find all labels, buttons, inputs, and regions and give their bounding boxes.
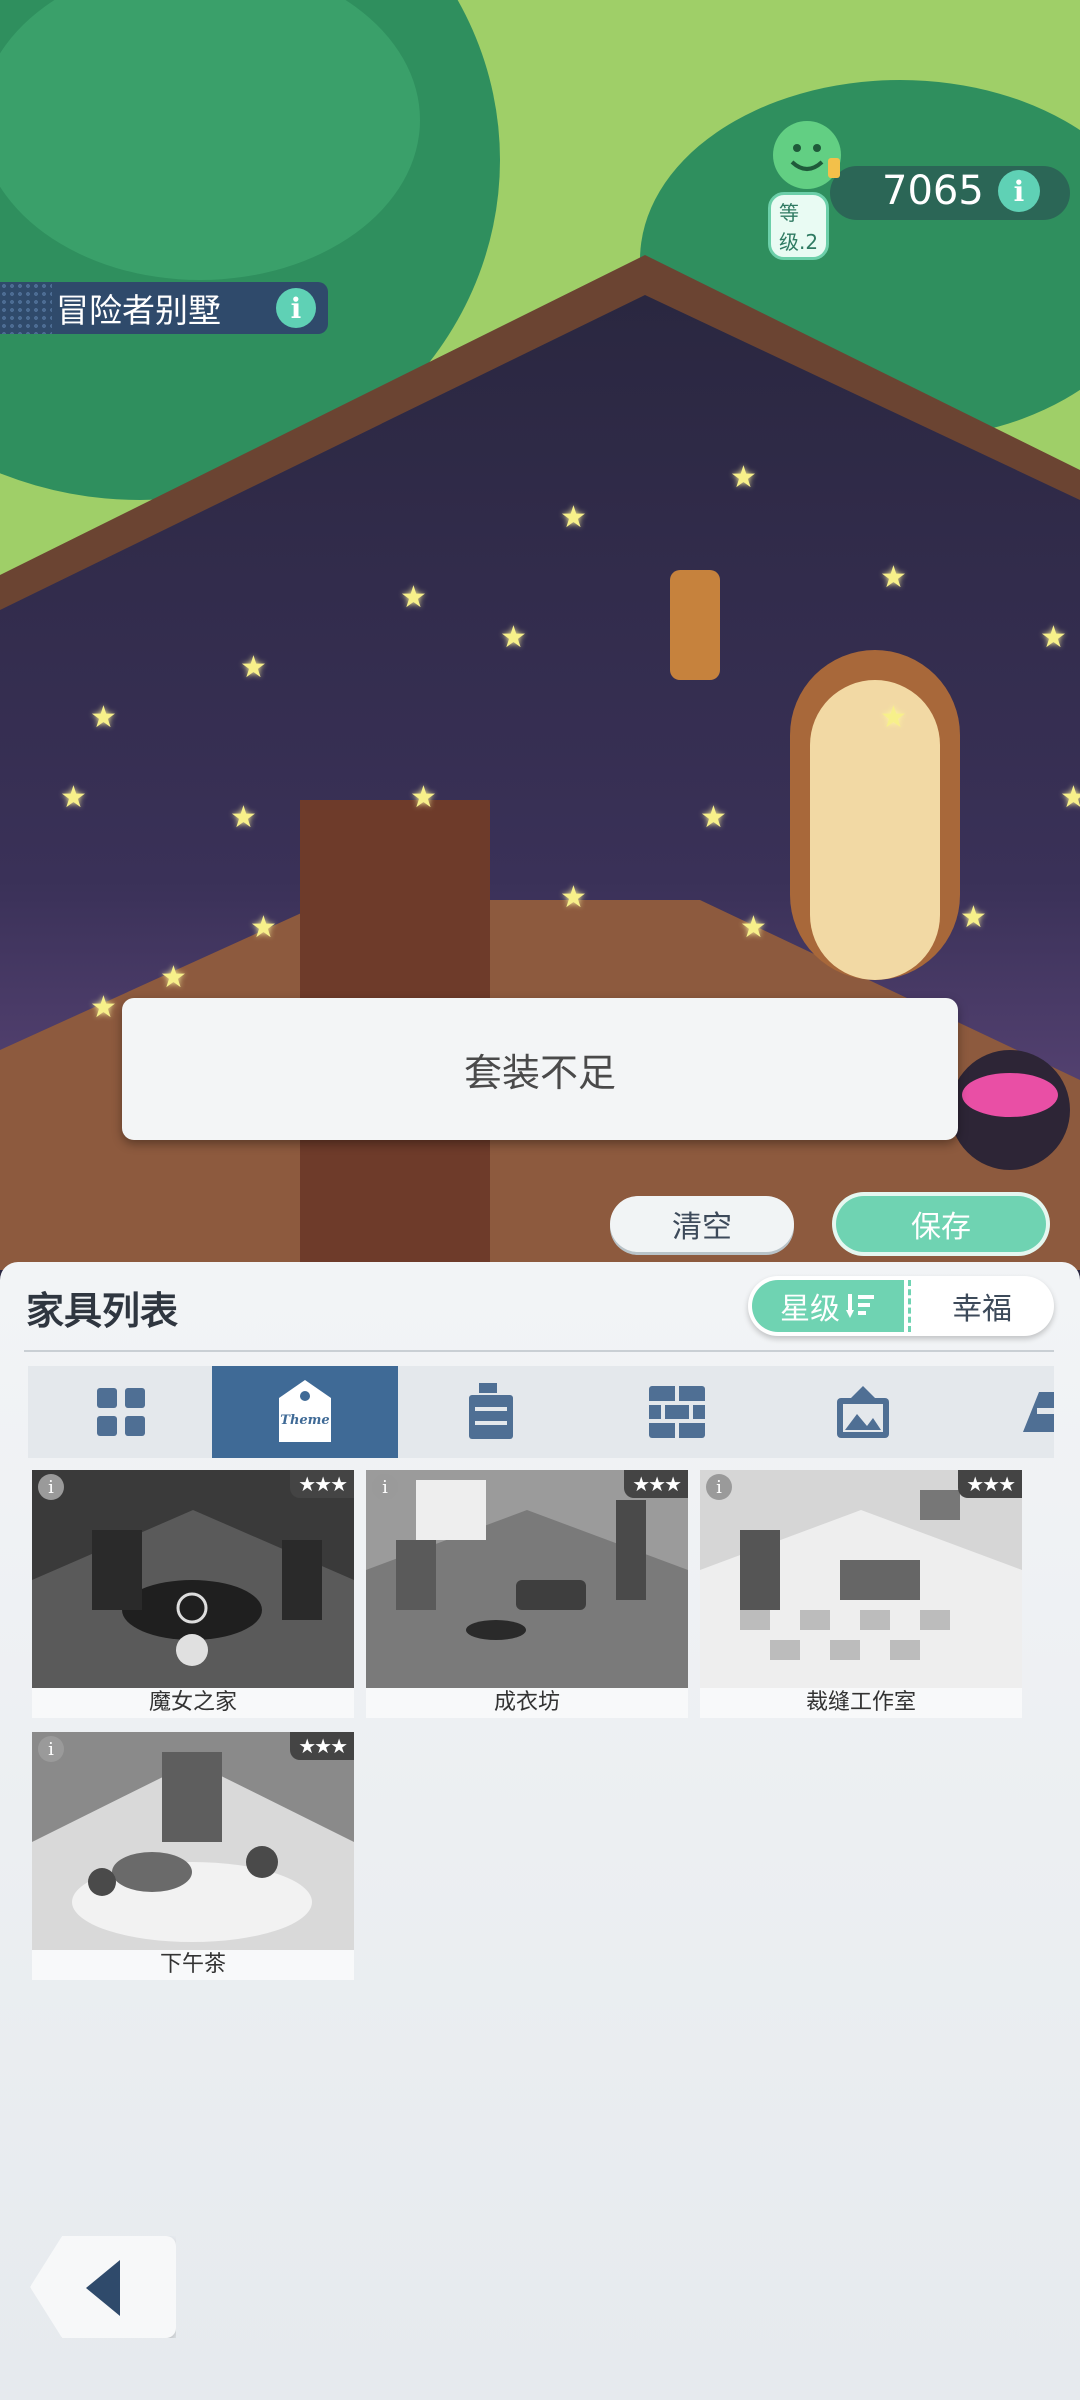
- house-name: 冒险者别墅: [56, 291, 221, 330]
- sort-by-happiness-button[interactable]: 幸福: [908, 1280, 1053, 1332]
- smiley-thumbs-up-icon: [773, 121, 841, 189]
- tab-theme[interactable]: Theme: [212, 1366, 398, 1458]
- star-decoration: ★: [90, 700, 117, 735]
- house-info-icon[interactable]: i: [276, 288, 316, 328]
- star-decoration: ★: [880, 700, 907, 735]
- star-decoration: ★: [1040, 620, 1067, 655]
- rarity-stars: ★★★: [624, 1470, 688, 1498]
- panel-divider: [24, 1350, 1054, 1352]
- star-decoration: ★: [230, 800, 257, 835]
- set-label: 成衣坊: [493, 1690, 560, 1715]
- theme-tag-icon: Theme: [279, 1380, 331, 1442]
- tab-furniture[interactable]: [398, 1366, 584, 1458]
- star-decoration: ★: [1060, 780, 1080, 815]
- witch-house-thumbnail: [32, 1470, 354, 1688]
- star-decoration: ★: [730, 460, 757, 495]
- wall-icon: [649, 1386, 705, 1438]
- sort-star-label: 星级: [780, 1292, 840, 1327]
- set-thumbnail: [32, 1732, 354, 1950]
- tailor-studio-thumbnail: [700, 1470, 1022, 1688]
- afternoon-tea-thumbnail: [32, 1732, 354, 1950]
- tab-floor[interactable]: [956, 1366, 1054, 1458]
- level-label: 等级.2: [768, 192, 830, 260]
- set-thumbnail: [700, 1470, 1022, 1688]
- cabinet-icon: [469, 1383, 513, 1439]
- star-decoration: ★: [90, 990, 117, 1025]
- set-card[interactable]: i ★★★ 成衣坊: [366, 1470, 688, 1718]
- clear-button[interactable]: 清空: [610, 1196, 794, 1252]
- star-decoration: ★: [410, 780, 437, 815]
- floor-icon: [1023, 1392, 1054, 1432]
- star-decoration: ★: [560, 880, 587, 915]
- star-decoration: ★: [500, 620, 527, 655]
- set-label: 下午茶: [159, 1952, 226, 1977]
- sort-by-star-button[interactable]: 星级: [752, 1280, 904, 1332]
- toast-message: 套装不足: [122, 998, 958, 1140]
- score-info-icon[interactable]: i: [998, 170, 1040, 212]
- set-thumbnail: [366, 1470, 688, 1688]
- sort-descending-icon: [846, 1294, 874, 1318]
- star-decoration: ★: [740, 910, 767, 945]
- set-label: 魔女之家: [148, 1690, 237, 1715]
- category-tabs: Theme: [28, 1366, 1054, 1458]
- back-arrow-icon: [86, 2260, 120, 2316]
- star-decoration: ★: [560, 500, 587, 535]
- badge-pattern: [0, 282, 52, 334]
- set-card[interactable]: i ★★★ 裁缝工作室: [700, 1470, 1022, 1718]
- set-info-icon[interactable]: i: [372, 1474, 398, 1500]
- star-decoration: ★: [60, 780, 87, 815]
- sort-toggle: 星级 幸福: [748, 1276, 1054, 1336]
- save-button[interactable]: 保存: [836, 1196, 1046, 1252]
- set-label: 裁缝工作室: [805, 1690, 916, 1715]
- house-name-badge: 冒险者别墅 i: [0, 282, 328, 334]
- rarity-stars: ★★★: [290, 1732, 354, 1760]
- score-value: 7065: [882, 168, 984, 214]
- tab-decor[interactable]: [770, 1366, 956, 1458]
- set-card[interactable]: i ★★★ 下午茶: [32, 1732, 354, 1980]
- rarity-stars: ★★★: [958, 1470, 1022, 1498]
- furniture-panel: 家具列表 星级 幸福 Theme i ★★★ 魔女之家 i ★★★ 成衣坊 i …: [0, 1262, 1080, 2400]
- theme-tag-text: Theme: [280, 1413, 329, 1428]
- picture-icon: [837, 1386, 889, 1438]
- star-decoration: ★: [160, 960, 187, 995]
- grid-icon: [97, 1388, 145, 1436]
- star-decoration: ★: [700, 800, 727, 835]
- panel-title: 家具列表: [26, 1289, 179, 1333]
- rarity-stars: ★★★: [290, 1470, 354, 1498]
- tab-wall[interactable]: [584, 1366, 770, 1458]
- star-decoration: ★: [250, 910, 277, 945]
- set-info-icon[interactable]: i: [38, 1474, 64, 1500]
- set-info-icon[interactable]: i: [38, 1736, 64, 1762]
- tab-all[interactable]: [28, 1366, 214, 1458]
- star-decoration: ★: [960, 900, 987, 935]
- star-decoration: ★: [400, 580, 427, 615]
- star-decoration: ★: [240, 650, 267, 685]
- set-thumbnail: [32, 1470, 354, 1688]
- tailor-shop-thumbnail: [366, 1470, 688, 1688]
- set-card[interactable]: i ★★★ 魔女之家: [32, 1470, 354, 1718]
- star-decoration: ★: [880, 560, 907, 595]
- set-info-icon[interactable]: i: [706, 1474, 732, 1500]
